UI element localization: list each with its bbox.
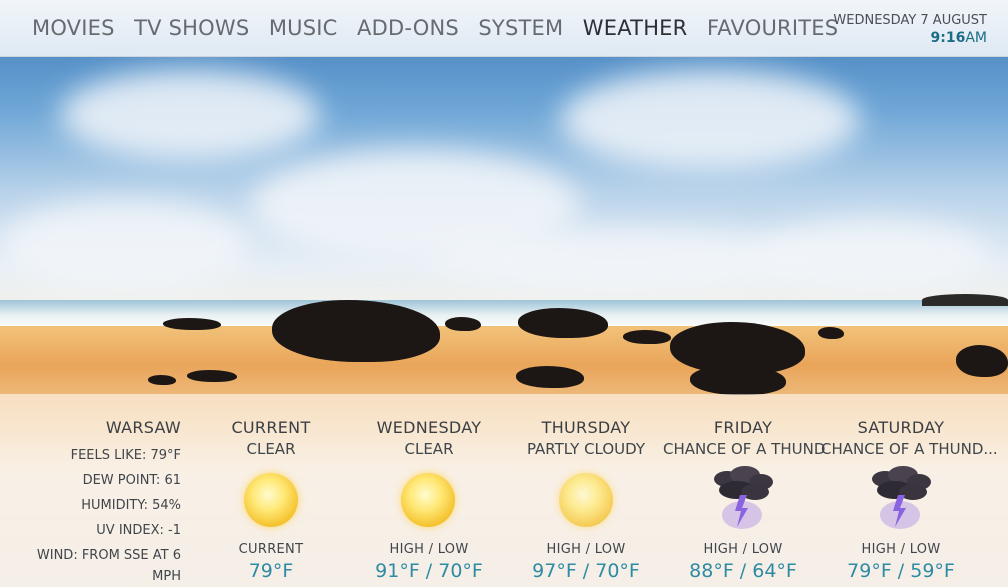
day-name: CURRENT: [231, 418, 311, 437]
main-menu: MOVIES TV SHOWS MUSIC ADD-ONS SYSTEM WEA…: [32, 16, 858, 40]
forecast-thursday: THURSDAY PARTLY CLOUDY: [506, 418, 666, 458]
top-bar: MOVIES TV SHOWS MUSIC ADD-ONS SYSTEM WEA…: [0, 0, 1008, 57]
temp-value: 91°F / 70°F: [375, 560, 483, 582]
sun-icon: [398, 470, 458, 530]
rock: [818, 327, 844, 339]
day-condition: CHANCE OF A THUND: [663, 440, 826, 458]
menu-item-favourites[interactable]: FAVOURITES: [707, 16, 838, 40]
temp-value: 79°F: [248, 560, 294, 582]
temp-label: CURRENT: [238, 542, 304, 557]
menu-item-tv-shows[interactable]: TV SHOWS: [134, 16, 249, 40]
cloud-shape: [760, 220, 990, 290]
day-name: SATURDAY: [857, 418, 945, 437]
wind-continued: MPH: [152, 569, 181, 584]
day-name: WEDNESDAY: [376, 418, 482, 437]
rock: [690, 365, 786, 395]
time-value: 9:16: [930, 30, 966, 46]
cloud-shape: [60, 70, 320, 160]
feels-like: FEELS LIKE: 79°F: [70, 448, 181, 463]
location-details: WARSAW FEELS LIKE: 79°F DEW POINT: 61 HU…: [37, 418, 181, 585]
sun-icon: [241, 470, 301, 530]
forecast-saturday: SATURDAY CHANCE OF A THUND...: [821, 418, 998, 458]
day-condition: PARTLY CLOUDY: [526, 440, 646, 458]
thunderstorm-icon: [707, 463, 777, 531]
day-condition: CLEAR: [246, 440, 296, 458]
dew-point: DEW POINT: 61: [82, 473, 181, 488]
cloud-shape: [560, 70, 860, 170]
menu-item-music[interactable]: MUSIC: [269, 16, 338, 40]
temp-label: HIGH / LOW: [703, 542, 783, 557]
cloud-shape: [430, 230, 810, 290]
menu-item-system[interactable]: SYSTEM: [478, 16, 563, 40]
forecast-wednesday: WEDNESDAY CLEAR: [349, 418, 509, 458]
rock: [518, 308, 608, 338]
uv-index: UV INDEX: -1: [96, 523, 181, 538]
thunderstorm-graphic: [872, 466, 931, 529]
time-display: 9:16AM: [931, 30, 987, 46]
wind: WIND: FROM SSE AT 6: [36, 548, 181, 563]
rock: [148, 375, 176, 385]
rock: [163, 318, 221, 330]
temp-value: 79°F / 59°F: [847, 560, 955, 582]
day-condition: CLEAR: [404, 440, 454, 458]
location-name: WARSAW: [105, 418, 181, 437]
temp-label: HIGH / LOW: [546, 542, 626, 557]
sun-icon: [556, 470, 616, 530]
rock: [516, 366, 584, 388]
time-ampm: AM: [965, 30, 987, 46]
thunderstorm-icon: [865, 463, 935, 531]
rock: [956, 345, 1008, 377]
temp-label: HIGH / LOW: [389, 542, 469, 557]
temp-label: HIGH / LOW: [861, 542, 941, 557]
temp-value: 88°F / 64°F: [689, 560, 797, 582]
rock: [445, 317, 481, 331]
menu-item-weather[interactable]: WEATHER: [583, 16, 688, 40]
temp-value: 97°F / 70°F: [532, 560, 640, 582]
rock: [623, 330, 671, 344]
day-condition: CHANCE OF A THUND...: [821, 440, 998, 458]
cloud-shape: [0, 200, 250, 290]
rock: [187, 370, 237, 382]
thunderstorm-graphic: [714, 466, 773, 529]
day-name: FRIDAY: [713, 418, 773, 437]
forecast-friday: FRIDAY CHANCE OF A THUND: [663, 418, 826, 458]
day-name: THURSDAY: [541, 418, 631, 437]
date-display: WEDNESDAY 7 AUGUST: [833, 13, 987, 28]
island: [922, 294, 1008, 306]
menu-item-add-ons[interactable]: ADD-ONS: [357, 16, 459, 40]
menu-item-movies[interactable]: MOVIES: [32, 16, 115, 40]
forecast-current: CURRENT CLEAR: [191, 418, 351, 458]
humidity: HUMIDITY: 54%: [81, 498, 181, 513]
